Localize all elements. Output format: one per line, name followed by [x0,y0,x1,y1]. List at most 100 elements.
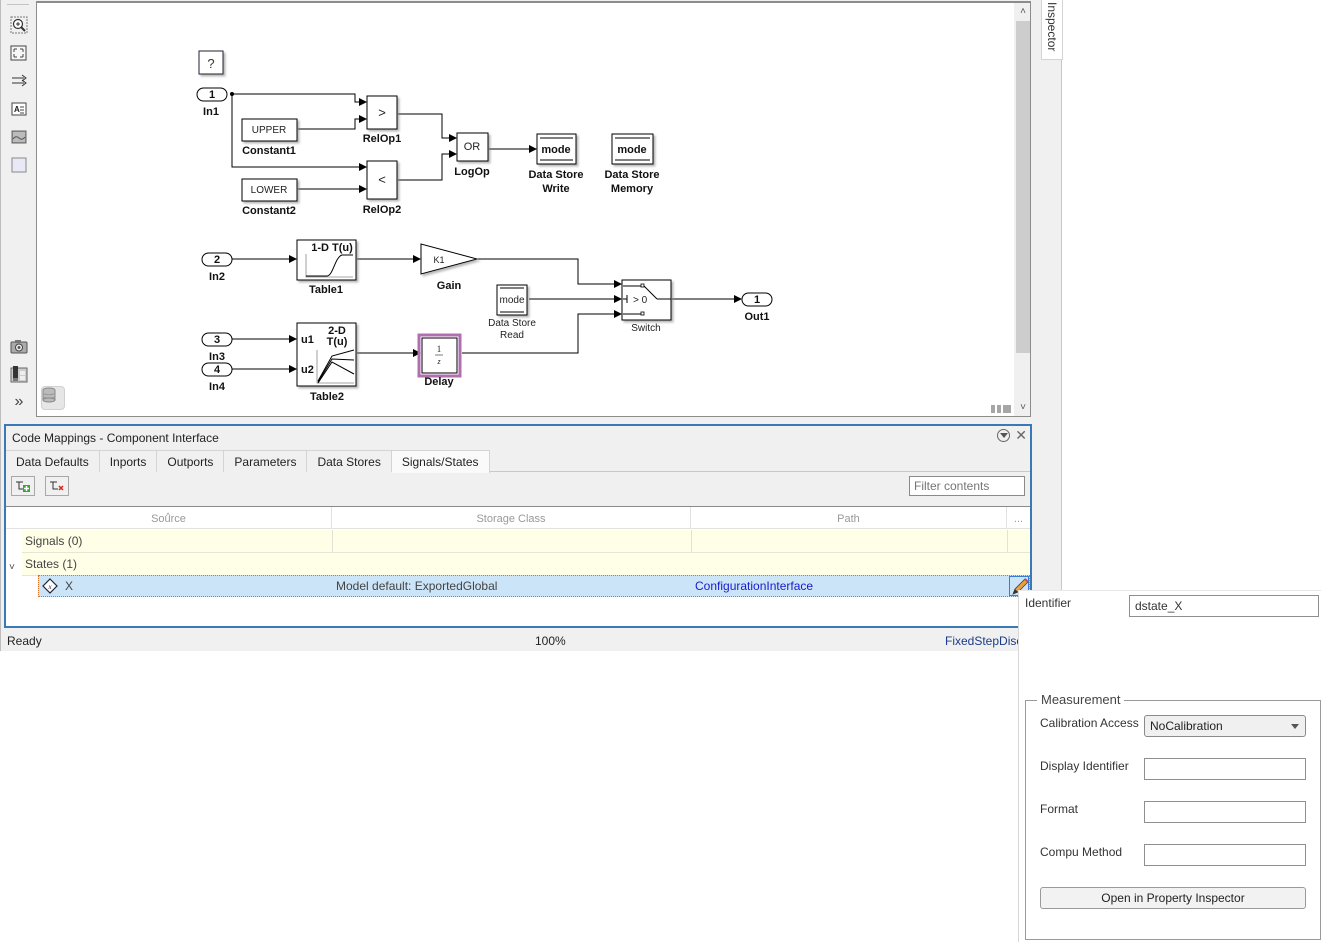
state-diamond-icon: x [42,578,58,594]
relop1-block[interactable]: > RelOp1 [363,95,402,145]
table2-label: Table2 [310,391,344,403]
line-in1-relop1 [232,93,367,106]
property-inspector-icon[interactable] [10,365,28,383]
line-delay-switch [462,310,622,354]
relop1-operator: > [378,105,386,120]
remove-signal-button[interactable] [45,476,69,496]
line-relop1-logop [398,113,457,142]
scroll-up-icon[interactable]: ˄ [1016,5,1030,19]
property-inspector-tab[interactable]: Inspector [1041,0,1063,60]
code-mappings-tabs: Data Defaults Inports Outports Parameter… [6,450,1030,473]
column-header-path[interactable]: Path [691,507,1007,529]
inport-in3[interactable]: 3 In3 [201,332,233,363]
inport-in1[interactable]: 1 In1 [196,87,228,118]
gain-block[interactable]: K1 Gain [420,243,479,292]
inport-in2[interactable]: 2 In2 [201,252,233,283]
zoom-level[interactable]: 100% [535,634,566,648]
fit-to-view-icon[interactable] [10,44,28,62]
ds-write-label-1: Data Store [528,169,583,181]
compu-method-label: Compu Method [1040,845,1123,859]
ds-read-name: mode [499,295,524,306]
close-icon[interactable]: ✕ [1015,427,1027,444]
display-identifier-input[interactable] [1144,758,1306,780]
signal-route-icon[interactable] [10,72,28,90]
inport-in4[interactable]: 4 In4 [201,362,233,393]
annotation-icon[interactable]: A [10,100,28,118]
calibration-access-dropdown[interactable]: NoCalibration [1144,715,1306,737]
column-header-source[interactable]: ^ Source [6,507,332,529]
ds-memory-label-2: Memory [611,183,654,195]
branch-point [230,92,234,96]
line-relop2-logop [398,150,457,181]
row-storage-class[interactable]: Model default: ExportedGlobal [336,579,497,593]
logop-block[interactable]: OR LogOp [454,132,490,178]
model-data-button[interactable] [41,386,65,410]
data-store-write-block[interactable]: mode Data Store Write [528,133,584,195]
simulink-main-window: A » ? 1 In1 UPPER Constant1 LOWER Consta… [0,0,1063,651]
constant1-value: UPPER [252,125,286,136]
canvas-resize-grip[interactable] [991,405,1011,413]
constant1-block[interactable]: UPPER Constant1 [241,118,298,157]
relop1-label: RelOp1 [363,133,402,145]
open-in-property-inspector-button[interactable]: Open in Property Inspector [1040,887,1306,909]
expand-chevrons-icon[interactable]: » [10,393,28,411]
add-signal-button[interactable] [11,476,35,496]
table2-title-2: T(u) [327,336,348,348]
area-icon[interactable] [10,156,28,174]
filter-contents-input[interactable] [909,476,1025,496]
screenshot-camera-icon[interactable] [10,337,28,355]
status-bar: Ready 100% FixedStepDisc [1,630,1022,651]
in2-number: 2 [214,254,220,266]
table1-label: Table1 [309,284,343,296]
scrollbar-thumb[interactable] [1016,21,1030,353]
format-input[interactable] [1144,801,1306,823]
table1-title: 1-D T(u) [311,242,353,254]
ds-write-name: mode [541,144,570,156]
constant2-block[interactable]: LOWER Constant2 [241,178,298,217]
tab-data-defaults[interactable]: Data Defaults [6,450,100,472]
expand-states-chevron-icon[interactable]: ˅ [9,562,15,573]
tab-inports[interactable]: Inports [99,450,158,472]
table2-block[interactable]: 2-D T(u) u1 u2 Table2 [296,322,357,403]
column-header-storage-class[interactable]: Storage Class [332,507,691,529]
data-store-read-block[interactable]: mode Data Store Read [488,284,536,341]
gain-label: Gain [437,280,462,292]
table-row[interactable]: x X Model default: ExportedGlobal Config… [38,575,1030,597]
help-block[interactable]: ? [198,50,224,75]
add-signal-icon [16,481,30,492]
identifier-input[interactable] [1129,595,1319,617]
sort-ascending-icon: ^ [166,511,171,521]
measurement-legend: Measurement [1037,692,1125,707]
constant1-label: Constant1 [242,145,296,157]
tab-data-stores[interactable]: Data Stores [307,450,392,472]
tab-signals-states[interactable]: Signals/States [391,450,490,473]
table1-block[interactable]: 1-D T(u) Table1 [296,239,357,296]
gain-value: K1 [433,255,444,265]
group-row-states[interactable]: States (1) [22,553,1030,576]
row-path-link[interactable]: ConfigurationInterface [695,579,813,593]
scroll-down-icon[interactable]: ˅ [1016,401,1030,415]
block-diagram: ? 1 In1 UPPER Constant1 LOWER Constant2 [196,50,773,403]
in3-label: In3 [209,351,225,363]
canvas-vertical-scrollbar[interactable]: ˄ ˅ [1014,3,1030,416]
ds-write-label-2: Write [542,183,569,195]
outport-out1[interactable]: 1 Out1 [741,292,773,323]
model-canvas[interactable]: ? 1 In1 UPPER Constant1 LOWER Constant2 [36,1,1031,417]
tab-parameters[interactable]: Parameters [224,450,308,472]
data-store-memory-block[interactable]: mode Data Store Memory [604,133,660,195]
compu-method-input[interactable] [1144,844,1306,866]
solver-link[interactable]: FixedStepDisc [945,634,1022,648]
group-row-signals[interactable]: Signals (0) [22,530,1030,553]
chevron-down-icon [1291,724,1299,729]
inspector-tab-label: Inspector [1045,2,1059,52]
zoom-in-icon[interactable] [10,16,28,34]
image-icon[interactable] [10,128,28,146]
switch-block[interactable]: > 0 Switch [621,279,672,334]
delay-block[interactable]: 1 z Delay [417,333,462,388]
tab-outports[interactable]: Outports [157,450,225,472]
panel-menu-icon[interactable] [997,429,1010,442]
switch-criteria: > 0 [633,295,648,306]
relop2-block[interactable]: < RelOp2 [363,160,402,216]
column-header-more[interactable]: ... [1007,507,1030,529]
table2-port-u1: u1 [301,334,314,346]
